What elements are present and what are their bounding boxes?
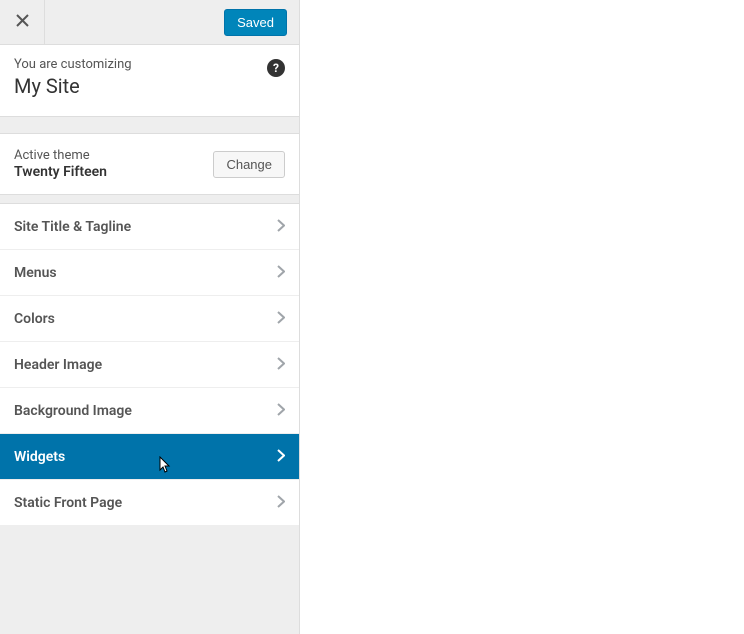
customizing-label: You are customizing: [14, 57, 285, 72]
section-label: Menus: [14, 265, 57, 281]
chevron-right-icon: [277, 263, 285, 282]
section-label: Background Image: [14, 403, 132, 419]
section-menus[interactable]: Menus: [0, 250, 299, 296]
section-static-front-page[interactable]: Static Front Page: [0, 480, 299, 526]
top-bar: Saved: [0, 0, 299, 45]
chevron-right-icon: [277, 401, 285, 420]
active-theme-label: Active theme: [14, 148, 107, 163]
info-section: You are customizing My Site ?: [0, 45, 299, 117]
section-label: Colors: [14, 311, 55, 327]
site-title: My Site: [14, 74, 285, 98]
section-background-image[interactable]: Background Image: [0, 388, 299, 434]
theme-name: Twenty Fifteen: [14, 164, 107, 180]
section-widgets[interactable]: Widgets: [0, 434, 299, 480]
section-label: Site Title & Tagline: [14, 219, 131, 235]
theme-text: Active theme Twenty Fifteen: [14, 148, 107, 180]
section-label: Header Image: [14, 357, 102, 373]
chevron-right-icon: [277, 217, 285, 236]
chevron-right-icon: [277, 447, 285, 466]
chevron-right-icon: [277, 355, 285, 374]
help-icon[interactable]: ?: [267, 59, 285, 77]
section-header-image[interactable]: Header Image: [0, 342, 299, 388]
customizer-sidebar: Saved You are customizing My Site ? Acti…: [0, 0, 300, 634]
section-label: Widgets: [14, 449, 65, 465]
chevron-right-icon: [277, 493, 285, 512]
close-icon: [16, 13, 29, 31]
theme-section: Active theme Twenty Fifteen Change: [0, 133, 299, 195]
change-theme-button[interactable]: Change: [213, 151, 285, 178]
saved-button[interactable]: Saved: [224, 9, 287, 36]
close-button[interactable]: [0, 0, 45, 45]
chevron-right-icon: [277, 309, 285, 328]
section-label: Static Front Page: [14, 495, 122, 511]
sections-list: Site Title & Tagline Menus Colors Header…: [0, 203, 299, 526]
section-colors[interactable]: Colors: [0, 296, 299, 342]
spacer: [0, 117, 299, 133]
section-site-title-tagline[interactable]: Site Title & Tagline: [0, 203, 299, 250]
spacer: [0, 195, 299, 203]
